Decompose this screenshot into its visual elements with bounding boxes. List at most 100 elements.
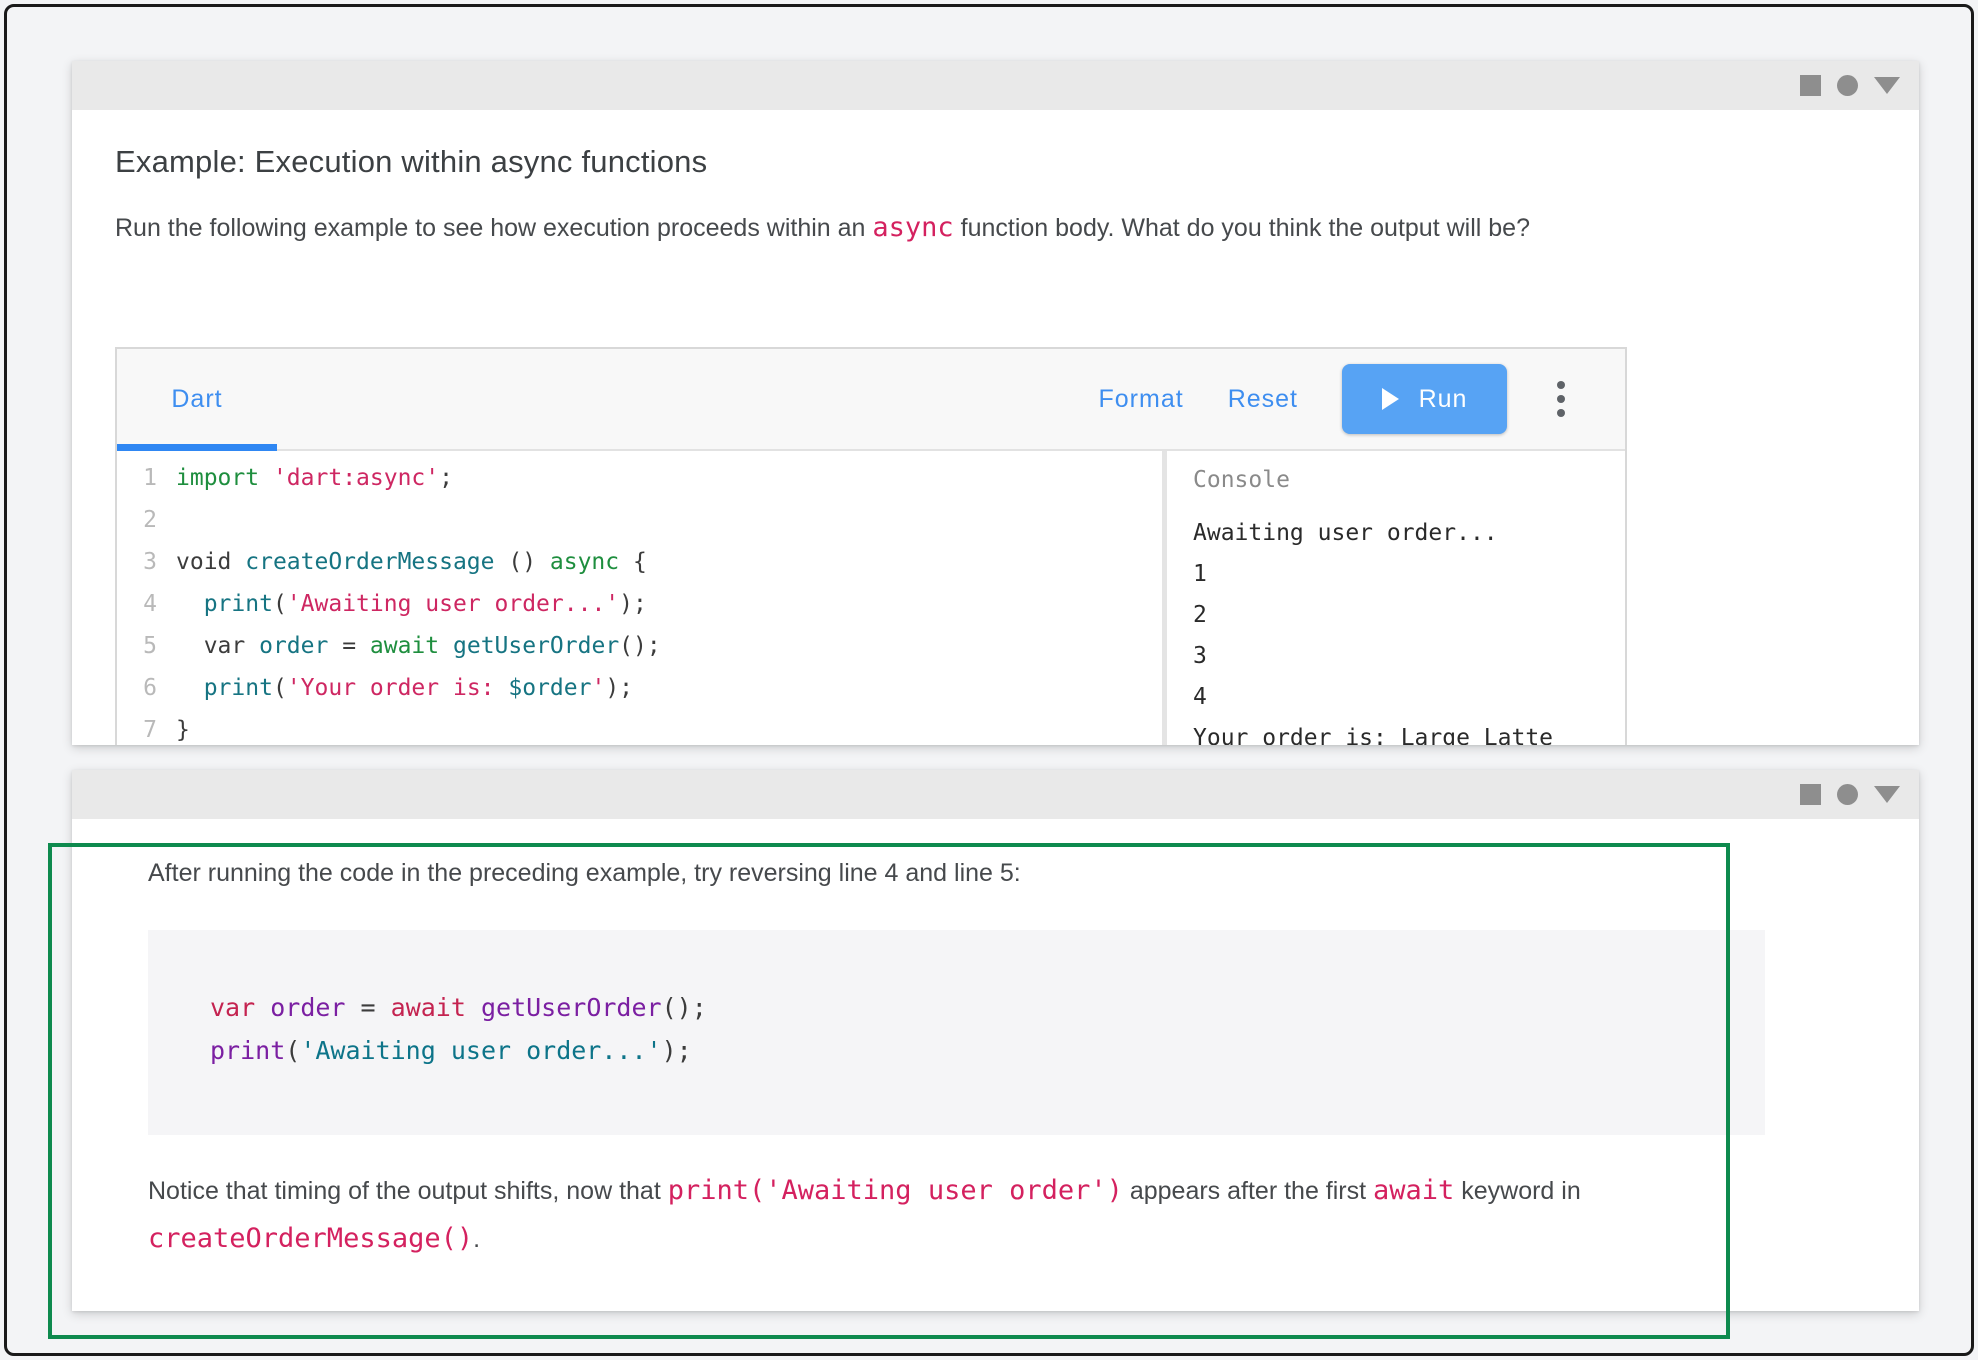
window1-titlebar [72,61,1919,110]
line-number: 1 [117,457,157,499]
text-run: . [473,1225,480,1253]
code-token [466,993,481,1022]
code-token: $order [508,675,591,701]
console-line: 2 [1193,595,1625,636]
window2-content: After running the code in the preceding … [72,819,1919,1311]
code-line: 2 [117,499,1162,541]
text-run: function body. What do you think the out… [954,214,1530,242]
window1-controls [1800,61,1900,110]
code-token: ' [591,675,605,701]
text-run: keyword in [1454,1177,1580,1205]
window1-content: Example: Execution within async function… [72,110,1919,745]
code-token: var [210,993,255,1022]
code-token: var [176,633,259,659]
code-token: print [204,675,273,701]
code-token: } [176,717,190,743]
run-button[interactable]: Run [1342,364,1507,434]
code-line: 7} [117,709,1162,745]
code-token: print [210,1036,285,1065]
code-line: print('Awaiting user order...'); [210,1029,1765,1072]
inline-code: await [1373,1175,1454,1206]
code-line: 3void createOrderMessage () async { [117,541,1162,583]
window-square-icon [1800,75,1821,96]
console-line: 1 [1193,554,1625,595]
console-line: 4 [1193,677,1625,718]
code-token: ( [285,1036,300,1065]
notice-paragraph: Notice that timing of the output shifts,… [148,1167,1708,1263]
console-line: 3 [1193,636,1625,677]
code-token [439,633,453,659]
line-number: 7 [117,709,157,745]
code-token: order [259,633,328,659]
code-token [259,465,273,491]
play-icon [1382,388,1399,410]
code-token: 'dart:async' [273,465,439,491]
code-token: void [176,549,245,575]
format-button[interactable]: Format [1099,385,1184,414]
code-token: (); [619,633,661,659]
console-line: Awaiting user order... [1193,513,1625,554]
reset-button[interactable]: Reset [1228,385,1298,414]
window-triangle-down-icon [1874,77,1900,94]
console-panel: Console Awaiting user order...1234Your o… [1167,451,1625,745]
code-token: = [345,993,390,1022]
code-token: await [391,993,466,1022]
code-token: print [204,591,273,617]
code-token [255,993,270,1022]
instruction-paragraph: After running the code in the preceding … [148,859,1021,888]
code-editor[interactable]: 1import 'dart:async';23void createOrderM… [117,451,1162,745]
window-circle-icon [1837,784,1858,805]
code-token: = [328,633,370,659]
code-token: getUserOrder [453,633,619,659]
code-block: var order = await getUserOrder();print('… [148,930,1765,1135]
code-token: { [619,549,647,575]
text-run: Run the following example to see how exe… [115,214,872,242]
code-token [176,675,204,701]
code-line: 1import 'dart:async'; [117,457,1162,499]
console-output: Awaiting user order...1234Your order is:… [1193,513,1625,745]
dartpad-toolbar: Dart Format Reset Run [117,349,1625,451]
dartpad-doc-window: Example: Execution within async function… [72,61,1919,745]
line-number: 5 [117,625,157,667]
window-triangle-down-icon [1874,786,1900,803]
tab-dart[interactable]: Dart [117,349,277,449]
console-header: Console [1193,465,1625,495]
inline-code: print('Awaiting user order') [668,1175,1123,1206]
code-token: order [270,993,345,1022]
code-token: 'Awaiting user order...' [300,1036,661,1065]
line-number: 6 [117,667,157,709]
code-token: 'Awaiting user order...' [287,591,619,617]
window2-controls [1800,770,1900,819]
line-number: 4 [117,583,157,625]
code-line: 4 print('Awaiting user order...'); [117,583,1162,625]
window2-titlebar [72,770,1919,819]
console-line: Your order is: Large Latte [1193,718,1625,745]
inline-code: createOrderMessage() [148,1223,473,1254]
code-token: 'Your order is: [287,675,509,701]
code-token: ); [605,675,633,701]
code-line: 6 print('Your order is: $order'); [117,667,1162,709]
text-run: appears after the first [1123,1177,1373,1205]
code-token [176,591,204,617]
code-token: ); [662,1036,692,1065]
run-button-label: Run [1419,385,1468,414]
code-line: 5 var order = await getUserOrder(); [117,625,1162,667]
code-token: ( [273,675,287,701]
dartpad-embed: Dart Format Reset Run 1 import 'dart:asyn… [115,347,1627,745]
inline-code: async [872,212,953,243]
code-token: async [550,549,619,575]
code-token: await [370,633,439,659]
kebab-menu-icon[interactable] [1551,375,1571,423]
code-token: ( [273,591,287,617]
window-square-icon [1800,784,1821,805]
instructions-window: After running the code in the preceding … [72,770,1919,1311]
line-number: 2 [117,499,157,541]
code-token: createOrderMessage [245,549,494,575]
code-token: () [495,549,550,575]
window-circle-icon [1837,75,1858,96]
code-token: import [176,465,259,491]
code-token: getUserOrder [481,993,662,1022]
dartpad-actions: Format Reset Run [1099,349,1572,449]
dartpad-body: 1import 'dart:async';23void createOrderM… [117,451,1625,745]
code-line: var order = await getUserOrder(); [210,986,1765,1029]
